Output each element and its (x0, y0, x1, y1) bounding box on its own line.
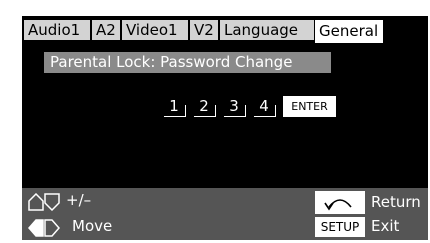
digit-tick (185, 105, 186, 117)
tab-v2[interactable]: V2 (190, 20, 218, 40)
digit-2-label: 2 (199, 97, 209, 115)
left-right-arrows-icon (28, 219, 60, 237)
return-button[interactable] (315, 191, 365, 214)
password-digit-3[interactable]: 3 (224, 95, 246, 117)
digit-underline (254, 116, 276, 117)
digit-tick (245, 105, 246, 117)
digit-tick (275, 105, 276, 117)
digit-3-label: 3 (229, 97, 239, 115)
tab-video1[interactable]: Video1 (122, 20, 188, 40)
tab-audio1[interactable]: Audio1 (24, 20, 90, 40)
digit-4-label: 4 (259, 97, 269, 115)
digit-underline (194, 116, 216, 117)
return-label: Return (371, 193, 421, 211)
tab-language[interactable]: Language (220, 20, 314, 40)
setup-button[interactable]: SETUP (315, 217, 365, 237)
return-arrow-icon (324, 199, 352, 211)
adjust-hint: +/– (66, 191, 92, 209)
password-digit-1[interactable]: 1 (164, 95, 186, 117)
panel-title: Parental Lock: Password Change (44, 52, 331, 73)
digit-tick (215, 105, 216, 117)
osd-menu-window: Audio1 A2 Video1 V2 Language General Par… (22, 16, 428, 240)
digit-1-label: 1 (169, 97, 179, 115)
exit-label: Exit (371, 217, 400, 235)
footer-help-bar: +/– Move Return SETUP Exit (22, 188, 428, 240)
up-down-arrows-icon (28, 193, 60, 211)
password-digit-4[interactable]: 4 (254, 95, 276, 117)
enter-button[interactable]: ENTER (283, 96, 336, 117)
digit-underline (164, 116, 186, 117)
tab-bar: Audio1 A2 Video1 V2 Language General (22, 16, 428, 43)
password-digit-2[interactable]: 2 (194, 95, 216, 117)
tab-a2[interactable]: A2 (92, 20, 120, 40)
digit-underline (224, 116, 246, 117)
move-hint: Move (72, 217, 113, 235)
tab-general[interactable]: General (315, 20, 383, 43)
